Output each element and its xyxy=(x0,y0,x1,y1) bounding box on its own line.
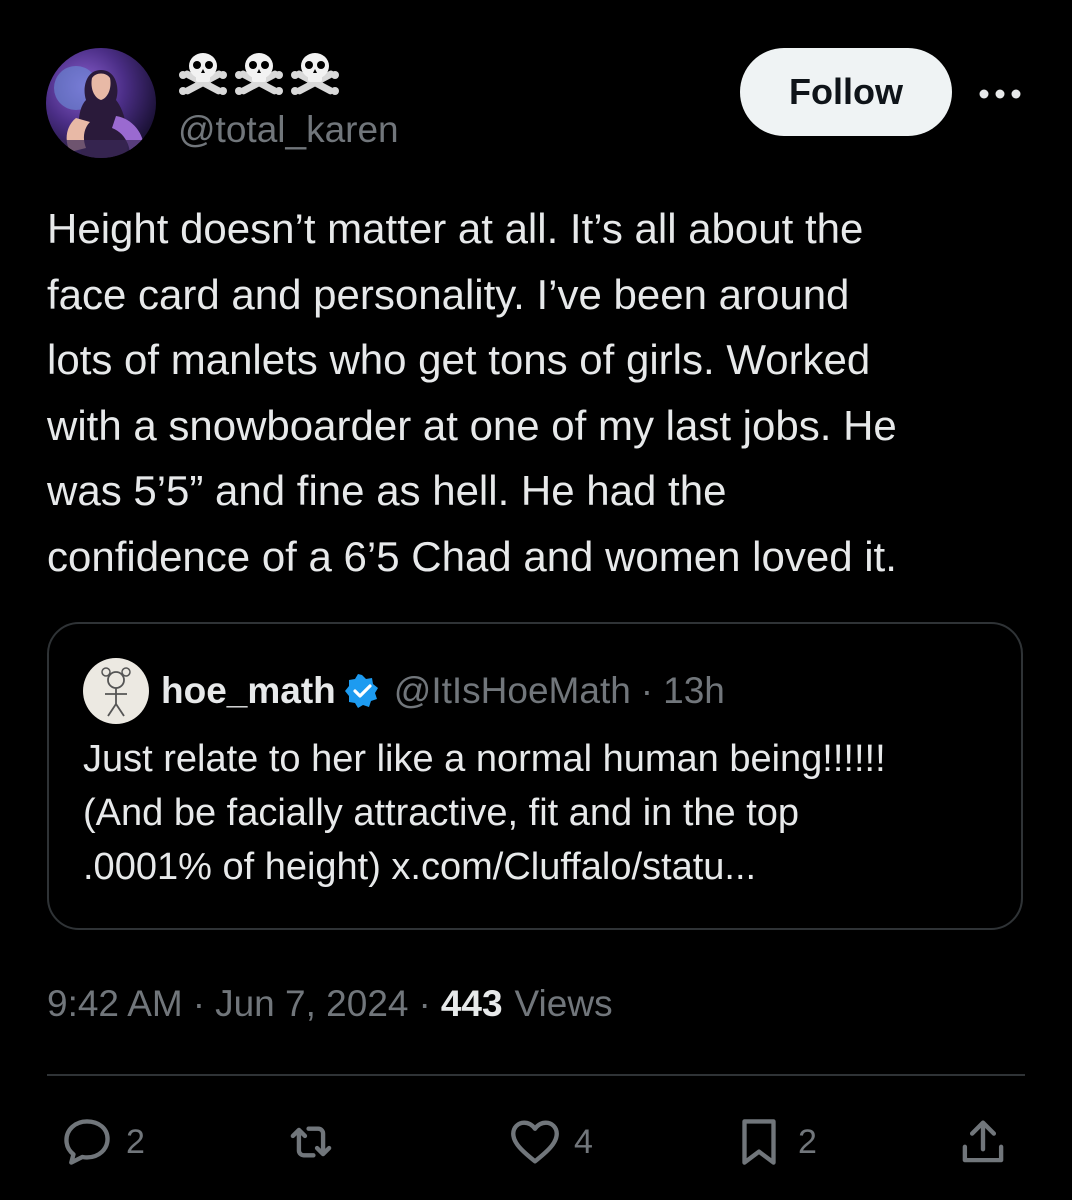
tweet-meta: 9:42 AM · Jun 7, 2024 · 443 Views xyxy=(47,978,613,1030)
quote-separator: · xyxy=(640,670,654,711)
verified-badge-icon xyxy=(344,674,378,708)
stick-figure-avatar-icon xyxy=(101,667,131,717)
quote-author-avatar[interactable] xyxy=(83,658,149,724)
skull-crossbones-icon xyxy=(179,53,227,95)
tweet-time[interactable]: 9:42 AM xyxy=(47,983,183,1025)
like-button[interactable]: 4 xyxy=(506,1112,593,1172)
meta-separator: · xyxy=(418,983,431,1024)
like-count: 4 xyxy=(574,1122,593,1161)
quote-header: hoe_math @ItIsHoeMath · 13h xyxy=(161,664,725,718)
divider xyxy=(47,1074,1025,1076)
author-handle[interactable]: @total_karen xyxy=(178,108,399,152)
meta-separator: · xyxy=(192,983,206,1024)
repost-button[interactable] xyxy=(282,1112,340,1172)
tweet-date[interactable]: Jun 7, 2024 xyxy=(215,983,408,1025)
user-avatar-image xyxy=(46,66,156,158)
tweet-text: Height doesn’t matter at all. It’s all a… xyxy=(47,205,897,580)
skull-crossbones-icon xyxy=(291,53,339,95)
quote-text: Just relate to her like a normal human b… xyxy=(83,738,886,888)
more-options-button[interactable] xyxy=(972,72,1028,116)
share-button[interactable] xyxy=(954,1112,1012,1172)
reply-count: 2 xyxy=(126,1122,145,1161)
skull-crossbones-icon xyxy=(235,53,283,95)
bookmark-icon xyxy=(742,1119,776,1165)
author-display-name[interactable] xyxy=(178,44,340,100)
quote-timestamp[interactable]: 13h xyxy=(663,670,725,712)
heart-icon xyxy=(511,1120,559,1164)
follow-button[interactable]: Follow xyxy=(740,48,952,136)
reply-icon xyxy=(64,1119,110,1165)
views-label: Views xyxy=(514,983,613,1024)
quoted-tweet[interactable]: hoe_math @ItIsHoeMath · 13h Just relate … xyxy=(47,622,1023,930)
repost-icon xyxy=(290,1126,332,1158)
more-dots-icon xyxy=(979,89,1021,99)
bookmark-button[interactable]: 2 xyxy=(730,1112,817,1172)
quote-author-name[interactable]: hoe_math xyxy=(161,670,336,712)
views-count[interactable]: 443 xyxy=(441,983,503,1025)
share-icon xyxy=(962,1120,1004,1163)
quote-author-handle[interactable]: @ItIsHoeMath xyxy=(394,670,631,712)
reply-button[interactable]: 2 xyxy=(58,1112,145,1172)
bookmark-count: 2 xyxy=(798,1122,817,1161)
author-avatar[interactable] xyxy=(46,48,156,158)
